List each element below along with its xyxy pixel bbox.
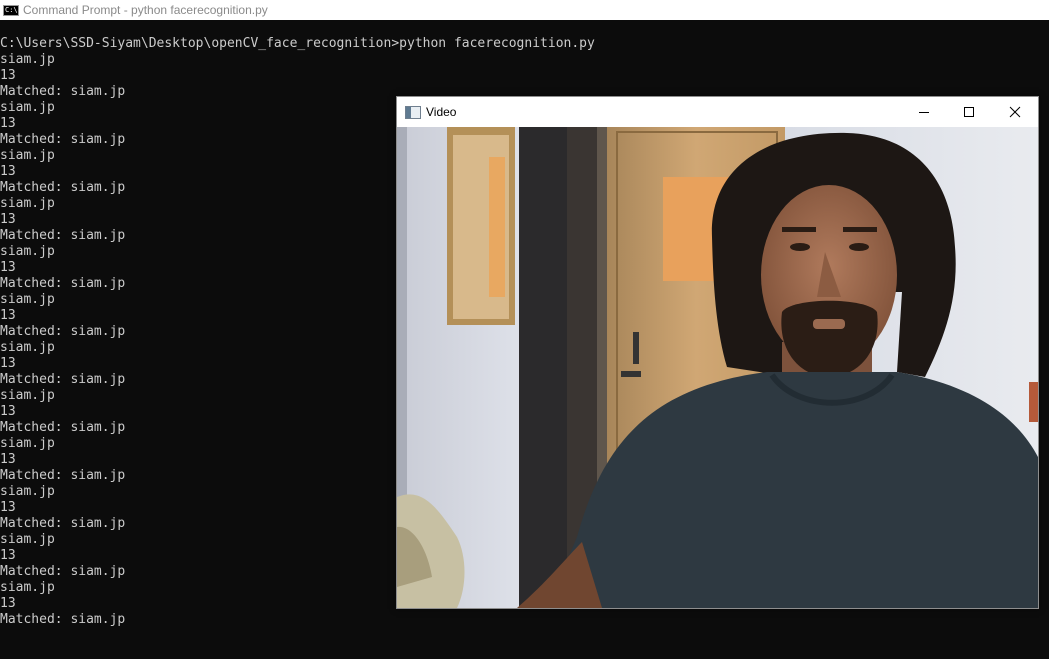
window-app-icon: [405, 105, 421, 119]
console-line: Matched: siam.jp: [0, 612, 126, 627]
console-window-title: Command Prompt - python facerecognition.…: [23, 3, 268, 17]
console-line: C:\Users\SSD-Siyam\Desktop\openCV_face_r…: [0, 36, 595, 51]
video-window-title: Video: [426, 105, 457, 119]
console-title-bar[interactable]: C:\ Command Prompt - python facerecognit…: [0, 0, 1049, 20]
maximize-icon: [964, 107, 974, 117]
close-icon: [1009, 106, 1021, 118]
webcam-scene-image: [397, 127, 1038, 608]
console-line: siam.jp: [0, 52, 55, 67]
minimize-button[interactable]: [901, 97, 947, 127]
close-button[interactable]: [992, 97, 1038, 127]
video-window[interactable]: Video: [396, 96, 1039, 609]
webcam-video-frame: [397, 127, 1038, 608]
video-title-bar[interactable]: Video: [397, 97, 1038, 127]
console-line: 13: [0, 68, 16, 83]
command-prompt-icon: C:\: [3, 4, 19, 16]
minimize-icon: [919, 112, 929, 113]
maximize-button[interactable]: [946, 97, 992, 127]
